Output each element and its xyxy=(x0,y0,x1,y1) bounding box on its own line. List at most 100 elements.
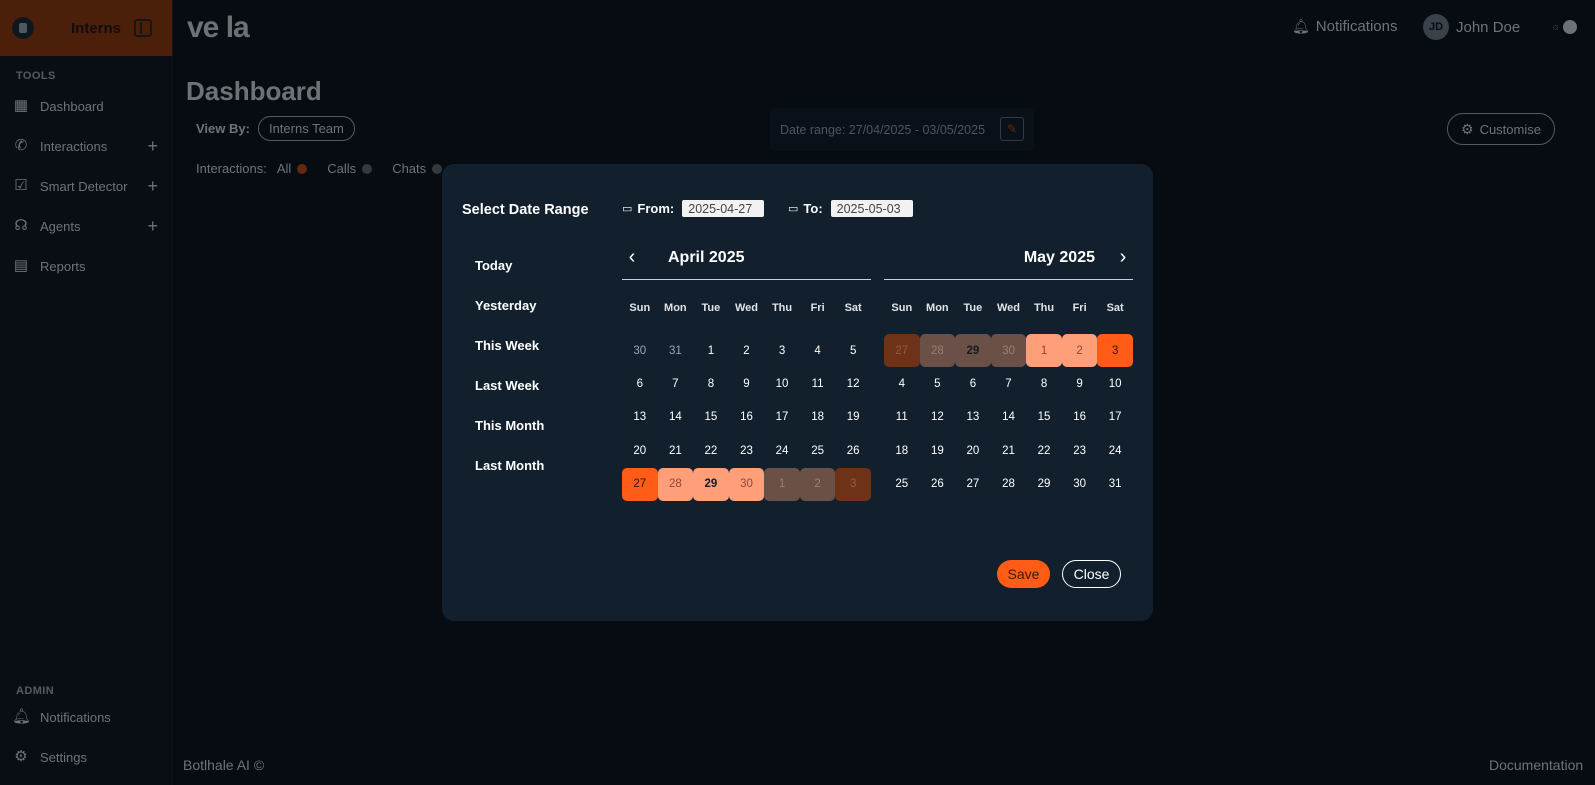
calendar-day[interactable]: 29 xyxy=(1026,468,1062,501)
calendar-day[interactable]: 30 xyxy=(728,467,765,501)
preset-list: Today Yesterday This Week Last Week This… xyxy=(475,258,544,498)
day-grid-right: 27 28 29 30 1 2 3 4 5 6 7 8 9 10 11 12 13 14 15 16 17 18 19 20 2… xyxy=(884,334,1133,501)
calendar-day[interactable]: 2 xyxy=(799,467,836,501)
calendar-day[interactable]: 21 xyxy=(991,434,1027,467)
calendar-left: ‹ April 2025 Sun Mon Tue Wed Thu Fri Sat 30 31 1… xyxy=(622,240,871,501)
calendar-day[interactable]: 4 xyxy=(800,334,836,367)
save-button[interactable]: Save xyxy=(997,560,1050,588)
calendar-day[interactable]: 14 xyxy=(991,401,1027,434)
calendar-day[interactable]: 19 xyxy=(835,401,871,434)
calendar-day[interactable]: 4 xyxy=(884,367,920,400)
to-field: ▭ To: xyxy=(788,200,913,217)
to-label: To: xyxy=(803,201,823,216)
calendar-day[interactable]: 7 xyxy=(991,367,1027,400)
calendar-day[interactable]: 7 xyxy=(658,367,694,400)
weekday-label: Mon xyxy=(664,302,687,314)
calendar-day[interactable]: 10 xyxy=(764,367,800,400)
weekday-label: Tue xyxy=(701,302,721,314)
calendar-day[interactable]: 19 xyxy=(920,434,956,467)
from-field: ▭ From: xyxy=(622,200,765,217)
preset-yesterday[interactable]: Yesterday xyxy=(475,298,544,338)
calendar-day[interactable]: 27 xyxy=(884,334,920,368)
calendar-day[interactable]: 6 xyxy=(622,367,658,400)
weekday-label: Mon xyxy=(926,302,949,314)
calendar-day[interactable]: 27 xyxy=(622,467,658,501)
calendar-day[interactable]: 29 xyxy=(955,334,991,368)
calendar-day[interactable]: 28 xyxy=(657,467,694,501)
to-date-input[interactable] xyxy=(830,200,913,217)
calendar-day[interactable]: 3 xyxy=(1097,334,1133,368)
preset-this-week[interactable]: This Week xyxy=(475,338,544,378)
calendar-day[interactable]: 16 xyxy=(1062,401,1098,434)
calendar-day[interactable]: 31 xyxy=(1097,468,1133,501)
preset-last-week[interactable]: Last Week xyxy=(475,378,544,418)
calendar-day[interactable]: 30 xyxy=(622,334,658,367)
chevron-left-icon[interactable]: ‹ xyxy=(622,246,642,269)
calendar-day[interactable]: 12 xyxy=(920,401,956,434)
calendar-day[interactable]: 1 xyxy=(693,334,729,367)
calendar-day[interactable]: 23 xyxy=(1062,434,1098,467)
weekday-label: Fri xyxy=(810,302,825,314)
calendar-day[interactable]: 14 xyxy=(658,401,694,434)
calendar-day[interactable]: 8 xyxy=(1026,367,1062,400)
day-grid-left: 30 31 1 2 3 4 5 6 7 8 9 10 11 12 13 14 15 16 17 18 19 20 21 22 2… xyxy=(622,334,871,501)
calendar-day[interactable]: 20 xyxy=(955,434,991,467)
calendar-day[interactable]: 10 xyxy=(1097,367,1133,400)
calendar-day[interactable]: 9 xyxy=(729,367,765,400)
calendar-day[interactable]: 17 xyxy=(764,401,800,434)
calendar-day[interactable]: 20 xyxy=(622,434,658,467)
calendar-day[interactable]: 1 xyxy=(764,467,800,501)
calendar-day[interactable]: 1 xyxy=(1026,334,1062,368)
calendar-day[interactable]: 24 xyxy=(1097,434,1133,467)
calendar-day[interactable]: 28 xyxy=(991,468,1027,501)
preset-this-month[interactable]: This Month xyxy=(475,418,544,458)
calendar-day[interactable]: 25 xyxy=(800,434,836,467)
calendar-day[interactable]: 28 xyxy=(919,334,956,368)
calendar-day[interactable]: 22 xyxy=(1026,434,1062,467)
calendar-day[interactable]: 5 xyxy=(920,367,956,400)
preset-last-month[interactable]: Last Month xyxy=(475,458,544,498)
calendar-day[interactable]: 12 xyxy=(835,367,871,400)
calendar-day[interactable]: 13 xyxy=(955,401,991,434)
preset-today[interactable]: Today xyxy=(475,258,544,298)
calendar-day[interactable]: 21 xyxy=(658,434,694,467)
calendar-day[interactable]: 15 xyxy=(693,401,729,434)
calendar-day[interactable]: 2 xyxy=(729,334,765,367)
close-button[interactable]: Close xyxy=(1062,560,1121,588)
calendar-day[interactable]: 5 xyxy=(835,334,871,367)
calendar-day[interactable]: 18 xyxy=(884,434,920,467)
calendar-day[interactable]: 22 xyxy=(693,434,729,467)
calendar-day[interactable]: 3 xyxy=(764,334,800,367)
weekday-label: Sat xyxy=(844,302,862,314)
calendar-day[interactable]: 16 xyxy=(729,401,765,434)
calendar-day[interactable]: 27 xyxy=(955,468,991,501)
calendar-day[interactable]: 11 xyxy=(800,367,836,400)
calendar-day[interactable]: 30 xyxy=(1062,468,1098,501)
from-date-input[interactable] xyxy=(682,200,765,217)
calendar-day[interactable]: 6 xyxy=(955,367,991,400)
calendar-day[interactable]: 26 xyxy=(835,434,871,467)
calendar-day[interactable]: 31 xyxy=(658,334,694,367)
calendar-day[interactable]: 11 xyxy=(884,401,920,434)
modal-title: Select Date Range xyxy=(462,202,589,218)
weekday-label: Thu xyxy=(771,302,793,314)
calendar-day[interactable]: 9 xyxy=(1062,367,1098,400)
calendar-day[interactable]: 29 xyxy=(693,467,729,501)
calendar-day[interactable]: 25 xyxy=(884,468,920,501)
calendar-day[interactable]: 18 xyxy=(800,401,836,434)
from-label: From: xyxy=(637,201,675,216)
weekday-label: Sun xyxy=(891,302,913,314)
calendar-day[interactable]: 24 xyxy=(764,434,800,467)
calendar-day[interactable]: 2 xyxy=(1061,334,1098,368)
month-title-right: May 2025 xyxy=(1023,248,1095,266)
calendar-day[interactable]: 17 xyxy=(1097,401,1133,434)
calendar-day[interactable]: 26 xyxy=(920,468,956,501)
calendar-right-header: May 2025 › xyxy=(884,240,1133,280)
calendar-day[interactable]: 23 xyxy=(729,434,765,467)
calendar-day[interactable]: 3 xyxy=(835,467,871,501)
calendar-day[interactable]: 15 xyxy=(1026,401,1062,434)
calendar-day[interactable]: 30 xyxy=(990,334,1027,368)
chevron-right-icon[interactable]: › xyxy=(1113,246,1133,269)
calendar-day[interactable]: 8 xyxy=(693,367,729,400)
calendar-day[interactable]: 13 xyxy=(622,401,658,434)
